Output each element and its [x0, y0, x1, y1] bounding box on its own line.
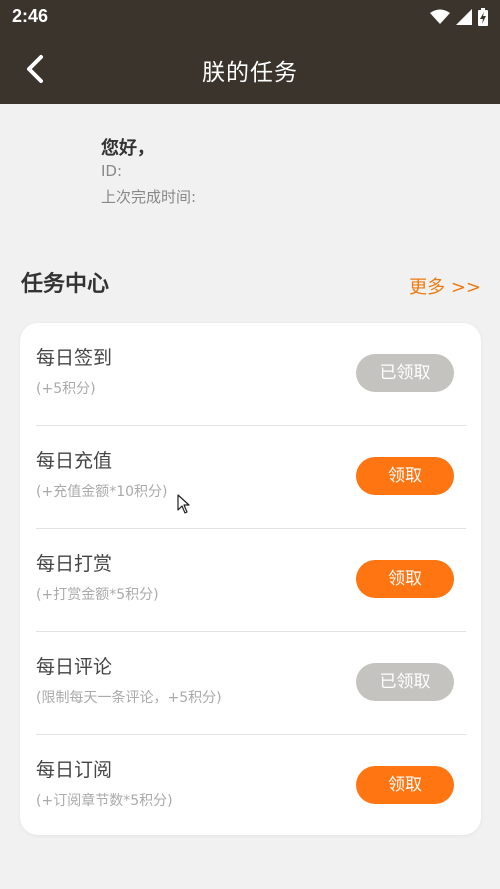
- mouse-pointer-icon: [177, 494, 190, 514]
- task-name: 每日评论: [36, 656, 113, 678]
- task-row-subscribe: 每日订阅 (+订阅章节数*5积分) 领取: [36, 735, 466, 838]
- task-name: 每日充值: [36, 450, 113, 472]
- task-desc: (+充值金额*10积分): [36, 484, 168, 500]
- task-desc: (+订阅章节数*5积分): [36, 793, 173, 809]
- status-icons: [430, 7, 488, 27]
- task-desc: (限制每天一条评论，+5积分): [36, 690, 222, 706]
- status-bar: 2:46: [0, 0, 500, 34]
- claim-button[interactable]: 已领取: [356, 354, 454, 392]
- wifi-icon: [430, 9, 450, 24]
- status-time: 2:46: [12, 6, 49, 26]
- last-completed-label: 上次完成时间:: [101, 188, 197, 206]
- user-greeting: 您好， ID: 上次完成时间:: [101, 134, 196, 208]
- claim-button[interactable]: 已领取: [356, 663, 454, 701]
- claim-button[interactable]: 领取: [356, 766, 454, 804]
- user-id-label: ID:: [101, 162, 123, 180]
- task-name: 每日打赏: [36, 553, 113, 575]
- task-center-title: 任务中心: [21, 272, 110, 297]
- more-link[interactable]: 更多 >>: [409, 273, 481, 299]
- task-row-recharge: 每日充值 (+充值金额*10积分) 领取: [36, 426, 466, 529]
- greeting-text: 您好，: [101, 138, 155, 159]
- battery-charging-icon: [478, 8, 488, 26]
- task-row-comment: 每日评论 (限制每天一条评论，+5积分) 已领取: [36, 632, 466, 735]
- claim-button[interactable]: 领取: [356, 457, 454, 495]
- claim-button[interactable]: 领取: [356, 560, 454, 598]
- cell-signal-icon: [456, 9, 472, 25]
- page-title: 朕的任务: [202, 60, 298, 86]
- task-name: 每日订阅: [36, 759, 113, 781]
- task-desc: (+5积分): [36, 381, 96, 397]
- task-row-checkin: 每日签到 (+5积分) 已领取: [36, 323, 466, 426]
- app-bar: 朕的任务: [0, 34, 500, 104]
- task-desc: (+打赏金额*5积分): [36, 587, 159, 603]
- task-name: 每日签到: [36, 347, 113, 369]
- task-list-card: 每日签到 (+5积分) 已领取 每日充值 (+充值金额*10积分) 领取 每日打…: [20, 323, 481, 835]
- task-row-tip: 每日打赏 (+打赏金额*5积分) 领取: [36, 529, 466, 632]
